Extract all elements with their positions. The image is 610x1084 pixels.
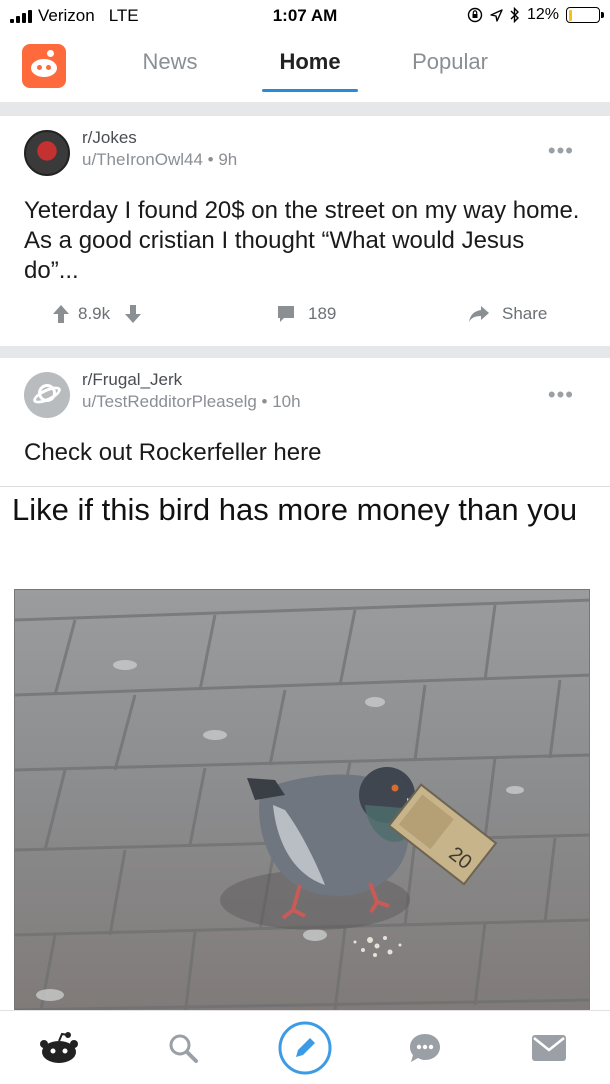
- more-options-icon[interactable]: •••: [548, 382, 574, 408]
- post-actions: 8.9k 189 Share: [0, 296, 610, 336]
- post-meta[interactable]: u/TheIronOwl44 • 9h: [82, 150, 237, 170]
- mail-icon[interactable]: [524, 1025, 574, 1071]
- image-caption: Like if this bird has more money than yo…: [12, 492, 578, 527]
- vote-count: 8.9k: [78, 304, 111, 323]
- upvote-icon[interactable]: [52, 304, 70, 324]
- orientation-lock-icon: [467, 7, 483, 23]
- subreddit-name[interactable]: r/Jokes: [82, 128, 137, 148]
- post-meta[interactable]: u/TestRedditorPleaselg • 10h: [82, 392, 301, 412]
- tab-news[interactable]: News: [100, 32, 240, 98]
- reddit-home-icon[interactable]: [34, 1025, 84, 1071]
- comment-icon[interactable]: [276, 304, 296, 324]
- top-nav: News Home Popular: [0, 32, 610, 100]
- bluetooth-icon: [510, 7, 519, 23]
- post-header: r/Frugal_Jerk u/TestRedditorPleaselg • 1…: [24, 366, 584, 426]
- bottom-tab-bar: [0, 1010, 610, 1084]
- divider: [0, 346, 610, 358]
- tab-home[interactable]: Home: [240, 32, 380, 98]
- status-bar: Verizon LTE 1:07 AM 12%: [0, 0, 610, 32]
- pigeon-photo: 20: [14, 589, 590, 1014]
- chat-icon[interactable]: [400, 1025, 450, 1071]
- share-button[interactable]: Share: [502, 304, 547, 324]
- divider: [0, 102, 610, 116]
- subreddit-name[interactable]: r/Frugal_Jerk: [82, 370, 182, 390]
- post-title[interactable]: Yeterday I found 20$ on the street on my…: [24, 196, 584, 286]
- tab-popular[interactable]: Popular: [380, 32, 520, 98]
- more-options-icon[interactable]: •••: [548, 138, 574, 164]
- downvote-icon[interactable]: [124, 304, 142, 324]
- compose-icon[interactable]: [278, 1021, 332, 1075]
- location-icon: [490, 8, 503, 22]
- share-icon[interactable]: [468, 305, 490, 323]
- battery-percent: 12%: [526, 6, 559, 23]
- post-header: r/Jokes u/TheIronOwl44 • 9h: [24, 124, 584, 184]
- post-title[interactable]: Check out Rockerfeller here: [24, 438, 584, 468]
- comment-count[interactable]: 189: [308, 304, 336, 324]
- post-image[interactable]: Like if this bird has more money than yo…: [0, 486, 610, 1014]
- reddit-logo-icon[interactable]: [22, 44, 66, 88]
- search-icon[interactable]: [158, 1025, 208, 1071]
- subreddit-avatar[interactable]: [24, 372, 70, 418]
- feed-tabs: News Home Popular: [100, 32, 520, 98]
- battery-icon: [566, 7, 604, 23]
- subreddit-avatar[interactable]: [24, 130, 70, 176]
- post-card[interactable]: r/Jokes u/TheIronOwl44 • 9h ••• Yeterday…: [0, 124, 610, 346]
